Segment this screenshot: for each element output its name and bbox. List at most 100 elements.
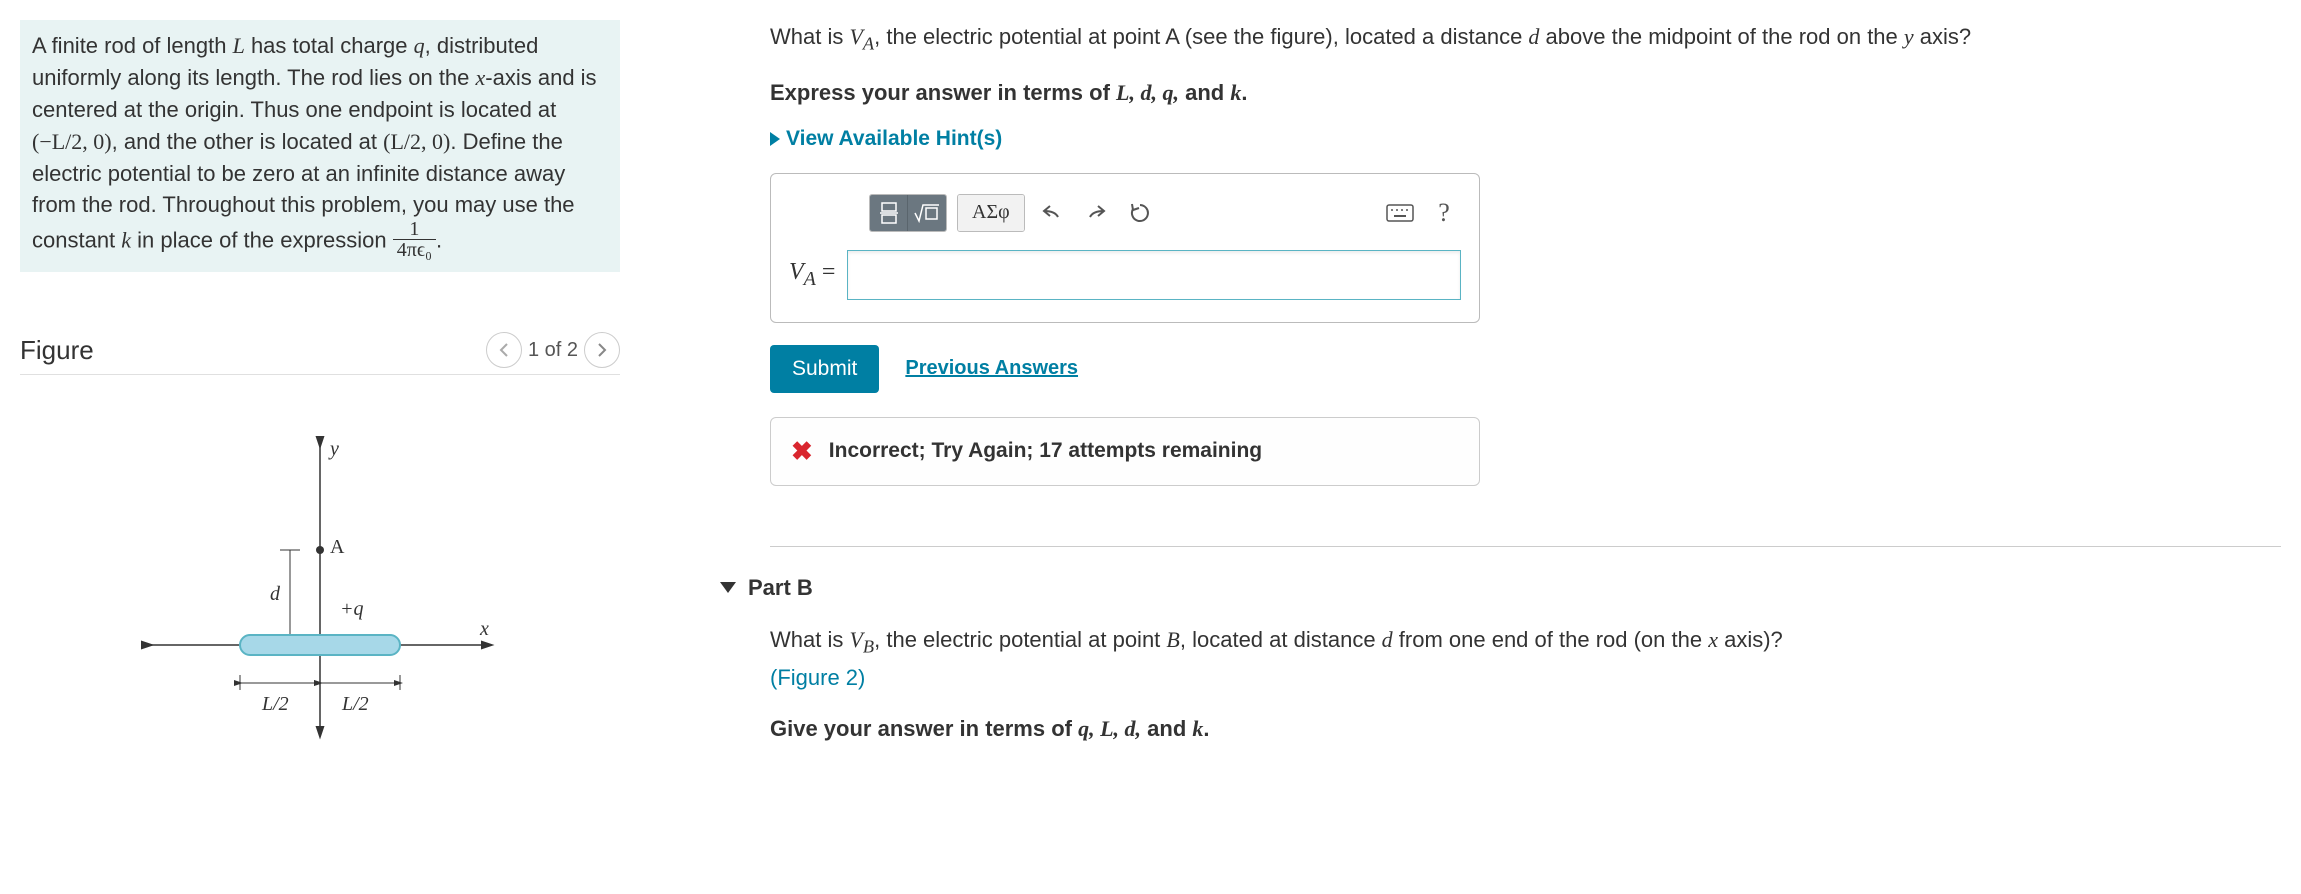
- var-B: B: [1166, 627, 1179, 652]
- greek-letters-button[interactable]: ΑΣφ: [958, 195, 1024, 231]
- part-b-question: What is VB, the electric potential at po…: [770, 623, 2281, 694]
- hints-label: View Available Hint(s): [786, 127, 1002, 151]
- express-vars: L, d, q,: [1116, 80, 1179, 105]
- intro-text: in place of the expression: [131, 228, 393, 253]
- feedback-box: ✖ Incorrect; Try Again; 17 attempts rema…: [770, 417, 1480, 486]
- undo-icon: [1041, 203, 1063, 223]
- figure-prev-button[interactable]: [486, 332, 522, 368]
- var-x: x: [476, 65, 486, 90]
- part-b-title: Part B: [748, 575, 813, 601]
- part-b-instructions: Give your answer in terms of q, L, d, an…: [770, 712, 2281, 745]
- var-VA: VA: [849, 24, 874, 49]
- chevron-right-icon: [596, 343, 608, 357]
- intro-text: A finite rod of length: [32, 33, 233, 58]
- svg-text:+q: +q: [340, 598, 364, 620]
- V: V: [849, 627, 862, 652]
- svg-text:L/2: L/2: [261, 693, 289, 715]
- fraction-num: 1: [393, 219, 436, 240]
- intro-text: has total charge: [245, 33, 414, 58]
- qtext: What is: [770, 627, 849, 652]
- give-text: Give your answer in terms of: [770, 716, 1078, 741]
- part-b-header[interactable]: Part B: [720, 575, 2281, 601]
- period: .: [1203, 716, 1209, 741]
- figure-header: Figure 1 of 2: [20, 332, 620, 375]
- reset-button[interactable]: [1123, 196, 1157, 230]
- svg-text:x: x: [479, 618, 489, 640]
- answer-input-row: VA =: [789, 250, 1461, 300]
- express-instructions: Express your answer in terms of L, d, q,…: [770, 76, 2281, 109]
- problem-intro: A finite rod of length L has total charg…: [20, 20, 620, 272]
- sub-A: A: [863, 33, 874, 53]
- question-text: What is VA, the electric potential at po…: [770, 20, 2281, 58]
- greek-buttons: ΑΣφ: [957, 194, 1025, 232]
- help-button[interactable]: ?: [1427, 196, 1461, 230]
- point-2: (L/2, 0): [383, 129, 450, 154]
- triangle-right-icon: [770, 132, 780, 146]
- var-k: k: [1230, 80, 1241, 105]
- answer-input[interactable]: [847, 250, 1461, 300]
- figure-2-link[interactable]: (Figure 2): [770, 665, 865, 690]
- var-k: k: [121, 228, 131, 253]
- fraction: 14πϵ₀: [393, 219, 436, 260]
- svg-text:y: y: [328, 438, 339, 460]
- point-1: (−L/2, 0): [32, 129, 112, 154]
- qtext: , located at distance: [1180, 627, 1382, 652]
- fraction-template-button[interactable]: [870, 195, 908, 231]
- qtext: from one end of the rod (on the: [1393, 627, 1709, 652]
- V: V: [849, 24, 862, 49]
- fraction-icon: [880, 202, 898, 224]
- feedback-text: Incorrect; Try Again; 17 attempts remain…: [829, 439, 1262, 463]
- figure-nav: 1 of 2: [486, 332, 620, 368]
- sub-B: B: [863, 636, 874, 656]
- equation-toolbar: ΑΣφ ?: [869, 194, 1461, 232]
- equals: =: [816, 259, 836, 285]
- svg-text:L/2: L/2: [341, 693, 369, 715]
- figure-next-button[interactable]: [584, 332, 620, 368]
- figure-counter: 1 of 2: [528, 339, 578, 362]
- var-k: k: [1192, 716, 1203, 741]
- reset-icon: [1129, 202, 1151, 224]
- V: V: [789, 259, 804, 285]
- qtext: axis?: [1914, 24, 1971, 49]
- chevron-left-icon: [498, 343, 510, 357]
- fraction-den: 4πϵ₀: [393, 240, 436, 260]
- submit-button[interactable]: Submit: [770, 345, 879, 393]
- redo-icon: [1085, 203, 1107, 223]
- undo-button[interactable]: [1035, 196, 1069, 230]
- intro-text: , and the other is located at: [112, 129, 384, 154]
- var-y: y: [1904, 24, 1914, 49]
- qtext: What is: [770, 24, 849, 49]
- template-buttons: [869, 194, 947, 232]
- var-q: q: [414, 33, 425, 58]
- period: .: [1241, 80, 1247, 105]
- qtext: , the electric potential at point A (see…: [874, 24, 1528, 49]
- triangle-down-icon: [720, 582, 736, 593]
- x-icon: ✖: [791, 436, 813, 467]
- divider: [770, 546, 2281, 547]
- express-text: Express your answer in terms of: [770, 80, 1116, 105]
- figure-title: Figure: [20, 335, 94, 366]
- submit-row: Submit Previous Answers: [770, 345, 2281, 393]
- var-d: d: [1528, 24, 1539, 49]
- svg-text:d: d: [270, 583, 281, 605]
- rod-diagram-icon: y x A d +q: [130, 435, 510, 755]
- keyboard-button[interactable]: [1383, 196, 1417, 230]
- view-hints-button[interactable]: View Available Hint(s): [770, 127, 2281, 151]
- sqrt-icon: [914, 203, 940, 223]
- redo-button[interactable]: [1079, 196, 1113, 230]
- keyboard-icon: [1386, 204, 1414, 222]
- var-d: d: [1382, 627, 1393, 652]
- var-VB: VB: [849, 627, 874, 652]
- var-x: x: [1708, 627, 1718, 652]
- sqrt-template-button[interactable]: [908, 195, 946, 231]
- period: .: [436, 228, 442, 253]
- qtext: above the midpoint of the rod on the: [1539, 24, 1903, 49]
- previous-answers-link[interactable]: Previous Answers: [905, 357, 1078, 380]
- vars: q, L, d,: [1078, 716, 1141, 741]
- answer-label: VA =: [789, 259, 835, 291]
- qtext: axis)?: [1718, 627, 1783, 652]
- svg-text:A: A: [330, 536, 345, 558]
- sub-A: A: [804, 268, 816, 290]
- and-text: and: [1179, 80, 1230, 105]
- figure-image: y x A d +q: [20, 435, 620, 755]
